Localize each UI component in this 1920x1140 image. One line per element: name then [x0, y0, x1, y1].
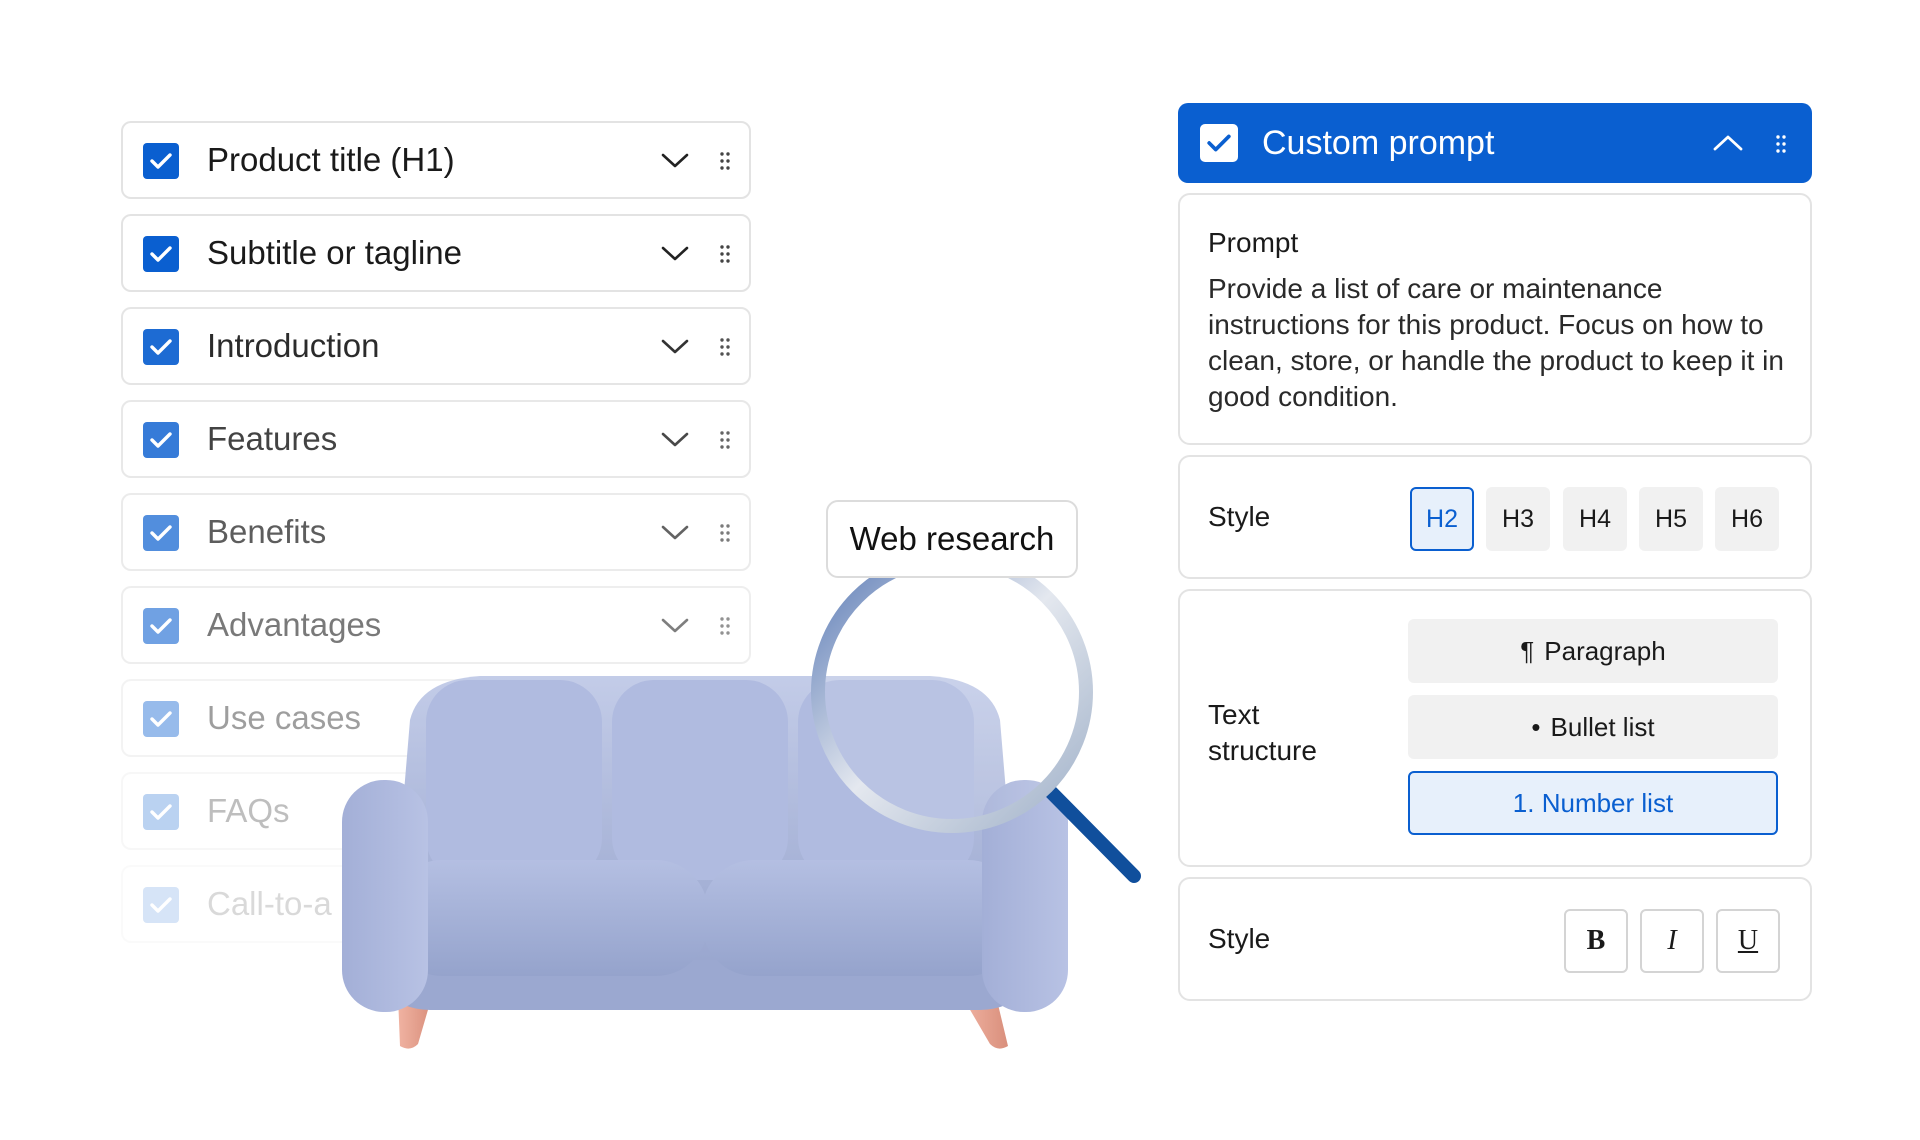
section-label: Features — [207, 420, 338, 457]
section-row-advantages[interactable]: Advantages — [121, 586, 751, 664]
bullet-list-button[interactable]: • Bullet list — [1408, 695, 1778, 759]
heading-h2-button[interactable]: H2 — [1410, 487, 1474, 551]
section-row-call-to-action[interactable]: Call-to-a — [121, 865, 751, 943]
paragraph-icon: ¶ — [1520, 635, 1535, 666]
section-label: Use cases — [207, 699, 362, 736]
checkbox-checked-icon[interactable] — [1200, 124, 1238, 162]
checkbox-checked-icon[interactable] — [143, 236, 179, 272]
underline-button[interactable]: U — [1716, 909, 1780, 973]
section-label: Product title (H1) — [207, 141, 455, 178]
section-row-introduction[interactable]: Introduction — [121, 307, 751, 385]
web-research-badge[interactable]: Web research — [826, 500, 1078, 578]
section-label: Subtitle or tagline — [207, 234, 462, 271]
heading-h4-button[interactable]: H4 — [1563, 487, 1627, 551]
checkbox-checked-icon[interactable] — [143, 329, 179, 365]
bullet-icon: • — [1531, 711, 1541, 742]
heading-h6-button[interactable]: H6 — [1715, 487, 1779, 551]
section-label: Advantages — [207, 606, 382, 643]
section-label: Introduction — [207, 327, 380, 364]
checkbox-checked-icon[interactable] — [143, 608, 179, 644]
chevron-up-icon[interactable] — [1712, 131, 1744, 155]
drag-handle-icon[interactable] — [719, 616, 731, 636]
number-list-button[interactable]: 1. Number list — [1408, 771, 1778, 835]
chevron-down-icon[interactable] — [661, 335, 689, 359]
checkbox-checked-icon[interactable] — [143, 515, 179, 551]
drag-handle-icon[interactable] — [719, 523, 731, 543]
number-list-label: 1. Number list — [1512, 787, 1674, 818]
text-structure-card: Text structure ¶ Paragraph • Bullet list… — [1178, 589, 1812, 867]
prompt-card: Prompt Provide a list of care or mainten… — [1178, 193, 1812, 445]
section-row-benefits[interactable]: Benefits — [121, 493, 751, 571]
chevron-down-icon[interactable] — [661, 521, 689, 545]
section-row-faqs[interactable]: FAQs — [121, 772, 751, 850]
chevron-down-icon[interactable] — [661, 149, 689, 173]
checkbox-checked-icon[interactable] — [143, 422, 179, 458]
bullet-list-label: Bullet list — [1550, 711, 1655, 742]
section-label: FAQs — [207, 792, 290, 829]
custom-prompt-header[interactable]: Custom prompt — [1178, 103, 1812, 183]
heading-style-card: Style H2 H3 H4 H5 H6 — [1178, 455, 1812, 579]
custom-prompt-title: Custom prompt — [1262, 124, 1495, 162]
drag-handle-icon[interactable] — [719, 430, 731, 450]
format-style-card: Style B I U — [1178, 877, 1812, 1001]
chevron-down-icon[interactable] — [661, 614, 689, 638]
paragraph-button[interactable]: ¶ Paragraph — [1408, 619, 1778, 683]
chevron-down-icon[interactable] — [661, 242, 689, 266]
drag-handle-icon[interactable] — [1775, 134, 1787, 154]
magnifying-glass-icon — [811, 570, 1141, 883]
drag-handle-icon[interactable] — [719, 337, 731, 357]
section-label: Benefits — [207, 513, 327, 550]
section-label: Call-to-a — [207, 885, 332, 922]
prompt-textarea[interactable]: Provide a list of care or maintenance in… — [1208, 271, 1786, 415]
checkbox-checked-icon[interactable] — [143, 701, 179, 737]
checkbox-checked-icon[interactable] — [143, 794, 179, 830]
drag-handle-icon[interactable] — [719, 244, 731, 264]
italic-button[interactable]: I — [1640, 909, 1704, 973]
heading-h5-button[interactable]: H5 — [1639, 487, 1703, 551]
section-row-features[interactable]: Features — [121, 400, 751, 478]
section-row-use-cases[interactable]: Use cases — [121, 679, 751, 757]
section-row-subtitle[interactable]: Subtitle or tagline — [121, 214, 751, 292]
checkbox-checked-icon[interactable] — [143, 887, 179, 923]
drag-handle-icon[interactable] — [719, 151, 731, 171]
section-row-product-title[interactable]: Product title (H1) — [121, 121, 751, 199]
heading-style-label: Style — [1208, 501, 1271, 532]
prompt-label: Prompt — [1208, 227, 1299, 258]
bold-button[interactable]: B — [1564, 909, 1628, 973]
heading-h3-button[interactable]: H3 — [1486, 487, 1550, 551]
paragraph-label: Paragraph — [1544, 635, 1666, 666]
chevron-down-icon[interactable] — [661, 428, 689, 452]
format-style-label: Style — [1208, 923, 1271, 954]
checkbox-checked-icon[interactable] — [143, 143, 179, 179]
text-structure-label: Text structure — [1208, 699, 1317, 766]
